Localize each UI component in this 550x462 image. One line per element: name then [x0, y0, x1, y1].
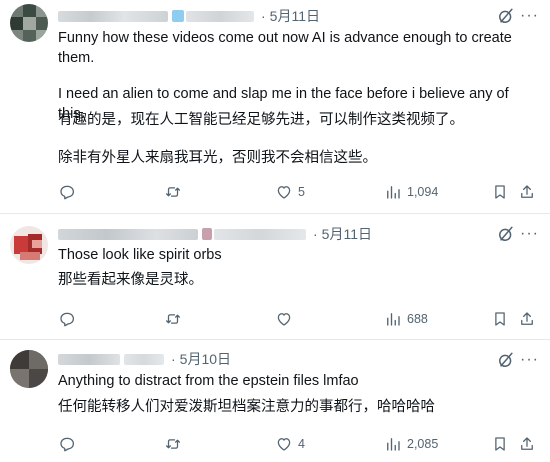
- author-name[interactable]: [58, 228, 198, 240]
- author-handle[interactable]: [124, 353, 164, 365]
- author-name[interactable]: [58, 10, 168, 22]
- reply-date[interactable]: 5月11日: [270, 6, 320, 26]
- reply-text-zh: 那些看起来像是灵球。: [58, 272, 203, 288]
- repost-icon: [165, 439, 181, 449]
- share-icon: [521, 185, 533, 198]
- reply-icon: [60, 312, 75, 327]
- reply-button[interactable]: [58, 308, 81, 330]
- repost-icon: [165, 187, 181, 197]
- share-icon: [521, 437, 533, 450]
- like-icon: [277, 438, 291, 451]
- share-button-2[interactable]: [518, 308, 536, 330]
- grok-icon[interactable]: [496, 224, 516, 244]
- bookmark-icon: [495, 312, 505, 326]
- reply-button[interactable]: [58, 181, 81, 203]
- repost-button[interactable]: [164, 308, 187, 330]
- action-bar: 688: [58, 308, 536, 330]
- views-button[interactable]: 1,094: [384, 181, 438, 203]
- like-icon: [277, 313, 291, 326]
- repost-button[interactable]: [164, 181, 187, 203]
- reply-icon: [60, 437, 75, 452]
- reply-meta: · 5月10日: [58, 350, 231, 368]
- meta-separator: ·: [171, 351, 176, 367]
- reply-meta: · 5月11日: [58, 225, 372, 243]
- share-icon: [521, 312, 533, 325]
- reply-icon: [60, 185, 75, 200]
- like-icon: [277, 186, 291, 199]
- repost-icon: [165, 314, 181, 324]
- reply-3[interactable]: · 5月10日 ··· Anything to distract from th…: [0, 340, 550, 462]
- reply-1[interactable]: · 5月11日 ··· Funny how these videos come …: [0, 0, 550, 214]
- share-button[interactable]: [491, 433, 509, 455]
- verified-badge-icon: [172, 10, 184, 22]
- verified-badge-icon: [202, 228, 212, 240]
- repost-button[interactable]: [164, 433, 187, 455]
- reply-2[interactable]: · 5月11日 ··· Those look like spirit orbs …: [0, 214, 550, 340]
- like-count: 4: [298, 437, 305, 451]
- reply-text-en: Funny how these videos come out now AI i…: [58, 30, 512, 66]
- meta-separator: ·: [313, 226, 318, 242]
- grok-icon[interactable]: [496, 350, 516, 370]
- reply-date[interactable]: 5月10日: [180, 349, 231, 369]
- share-button-2[interactable]: [518, 181, 536, 203]
- share-button-2[interactable]: [518, 433, 536, 455]
- bookmark-icon: [495, 437, 505, 451]
- grok-icon[interactable]: [496, 6, 516, 26]
- meta-separator: ·: [261, 8, 266, 24]
- views-icon: [387, 186, 400, 199]
- views-count: 2,085: [407, 437, 439, 451]
- reply-text-zh: 有趣的是，现在人工智能已经足够先进，可以制作这类视频了。: [58, 112, 464, 128]
- avatar[interactable]: [10, 350, 48, 388]
- views-button[interactable]: 688: [384, 308, 428, 330]
- reply-text-en: Anything to distract from the epstein fi…: [58, 373, 359, 389]
- views-icon: [387, 438, 400, 451]
- avatar[interactable]: [10, 4, 48, 42]
- avatar[interactable]: [10, 226, 48, 264]
- views-count: 688: [407, 312, 428, 326]
- like-button[interactable]: 5: [275, 181, 305, 203]
- bookmark-icon: [495, 185, 505, 199]
- action-bar: 4 2,085: [58, 433, 536, 455]
- share-button[interactable]: [491, 181, 509, 203]
- author-handle[interactable]: [186, 10, 254, 22]
- like-count: 5: [298, 185, 305, 199]
- like-button[interactable]: 4: [275, 433, 305, 455]
- more-options-icon[interactable]: ···: [520, 6, 538, 26]
- reply-date[interactable]: 5月11日: [322, 224, 372, 244]
- share-button[interactable]: [491, 308, 509, 330]
- reply-meta: · 5月11日: [58, 7, 320, 25]
- author-handle[interactable]: [214, 228, 306, 240]
- reply-text-zh: 任何能转移人们对爱泼斯坦档案注意力的事都行，哈哈哈哈: [58, 399, 435, 415]
- views-button[interactable]: 2,085: [384, 433, 438, 455]
- like-button[interactable]: [275, 308, 298, 330]
- action-bar: 5 1,094: [58, 181, 536, 203]
- reply-text-zh-2: 除非有外星人来扇我耳光，否则我不会相信这些。: [58, 150, 377, 166]
- more-options-icon[interactable]: ···: [520, 350, 538, 370]
- more-options-icon[interactable]: ···: [520, 224, 538, 244]
- reply-text-en: Those look like spirit orbs: [58, 247, 222, 263]
- views-count: 1,094: [407, 185, 439, 199]
- reply-button[interactable]: [58, 433, 81, 455]
- views-icon: [387, 313, 400, 326]
- author-name[interactable]: [58, 353, 120, 365]
